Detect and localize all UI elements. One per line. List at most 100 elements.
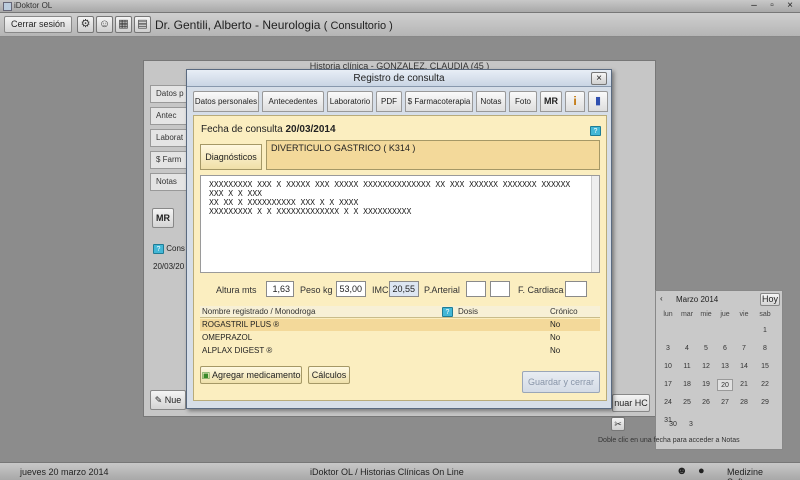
altura-input[interactable]: 1,63 xyxy=(266,281,294,297)
calendar-day[interactable]: 12 xyxy=(698,361,714,373)
globe-icon[interactable]: ● xyxy=(698,465,705,477)
calendar-icon[interactable]: ▦ xyxy=(115,16,132,33)
calendar-day[interactable]: 29 xyxy=(757,397,773,409)
add-medication-button[interactable]: ▣ Agregar medicamento xyxy=(200,366,302,384)
calendar-day[interactable]: 17 xyxy=(660,379,676,391)
close-window-icon[interactable]: × xyxy=(781,0,799,12)
tab-foto[interactable]: Foto xyxy=(509,91,537,112)
pa-systolic-input[interactable] xyxy=(466,281,486,297)
diagnostico-field[interactable]: DIVERTICULO GASTRICO ( K314 ) xyxy=(266,140,600,170)
fecha-label: Fecha de consulta xyxy=(201,124,283,135)
tab-datos-personales[interactable]: Datos personales xyxy=(193,91,259,112)
diagnosticos-button[interactable]: Diagnósticos xyxy=(200,144,262,170)
calendar-day[interactable]: 5 xyxy=(698,343,714,355)
window-title: iDoktor OL xyxy=(14,1,53,10)
calendar-day[interactable]: 3 xyxy=(683,419,699,431)
book-icon: ▮ xyxy=(594,95,602,107)
calendar-today-button[interactable]: Hoy xyxy=(760,293,780,306)
tab-info[interactable]: i xyxy=(565,91,585,112)
tools-icon[interactable]: ✂ xyxy=(611,417,625,431)
table-row[interactable]: ALPLAX DIGEST ® No xyxy=(200,345,600,357)
bg-continuar-button[interactable]: nuar HC xyxy=(612,394,650,412)
bg-consultas-label: Cons xyxy=(166,244,185,253)
tab-pdf[interactable]: PDF xyxy=(376,91,402,112)
calendar-weekday: mar xyxy=(680,311,694,318)
fc-input[interactable] xyxy=(565,281,587,297)
save-close-button[interactable]: Guardar y cerrar xyxy=(522,371,600,393)
calendar-day xyxy=(698,325,714,337)
calendar-weekday: jue xyxy=(720,311,730,318)
calendar-day[interactable]: 13 xyxy=(717,361,733,373)
col-header-nombre: Nombre registrado / Monodroga xyxy=(202,307,316,316)
bg-tab-datos[interactable]: Datos p xyxy=(150,85,190,103)
measures-row: Altura mts 1,63 Peso kg 53,00 IMC 20,55 … xyxy=(200,281,600,299)
dialog-tabs: Datos personales Antecedentes Laboratori… xyxy=(193,91,608,113)
fecha-consulta: Fecha de consulta 20/03/2014 xyxy=(201,124,336,135)
calendar-day[interactable]: 30 xyxy=(665,419,681,431)
calendar-day[interactable]: 20 xyxy=(717,379,733,391)
table-row[interactable]: OMEPRAZOL No xyxy=(200,332,600,344)
altura-label: Altura mts xyxy=(216,285,257,295)
calendar-day[interactable]: 26 xyxy=(698,397,714,409)
calendar-panel: ‹ Marzo 2014 Hoy lun mar mie jue vie sab 1 3 4 5 6… xyxy=(598,290,783,450)
calendar-day[interactable]: 22 xyxy=(757,379,773,391)
calendar-day[interactable]: 11 xyxy=(679,361,695,373)
bg-tab-laboratorio[interactable]: Laborat xyxy=(150,129,190,147)
calendar-prev-icon[interactable]: ‹ xyxy=(660,294,663,303)
main-toolbar: Cerrar sesión ⚙ ☺ ▦ ▤ Dr. Gentili, Alber… xyxy=(0,13,800,37)
bg-consulta-date[interactable]: 20/03/20 xyxy=(153,262,184,271)
bg-new-button[interactable]: ✎ Nue xyxy=(150,390,186,410)
notes-scrollbar[interactable] xyxy=(591,176,599,272)
bg-tab-notas[interactable]: Notas xyxy=(150,173,190,191)
med-cronico: No xyxy=(550,333,561,342)
help-icon[interactable]: ? xyxy=(590,126,601,136)
help-icon[interactable]: ? xyxy=(153,244,164,254)
tab-antecedentes[interactable]: Antecedentes xyxy=(262,91,324,112)
calendar-day[interactable]: 7 xyxy=(736,343,752,355)
calendar-day[interactable]: 19 xyxy=(698,379,714,391)
user-icon[interactable]: ☺ xyxy=(96,16,113,33)
bg-tab-farmacoterapia[interactable]: $ Farm xyxy=(150,151,190,169)
tab-farmacoterapia[interactable]: $ Farmacoterapia xyxy=(405,91,473,112)
bg-tab-antecedentes[interactable]: Antec xyxy=(150,107,190,125)
calendar-extra-row: 30 3 xyxy=(656,419,782,433)
calendar-weekday: vie xyxy=(739,311,749,318)
calendar-day[interactable]: 15 xyxy=(757,361,773,373)
help-icon[interactable]: ? xyxy=(442,307,453,317)
peso-input[interactable]: 53,00 xyxy=(336,281,366,297)
calendar-day[interactable]: 4 xyxy=(679,343,695,355)
notes-textarea[interactable]: XXXXXXXXX XXX X XXXXX XXX XXXXX XXXXXXXX… xyxy=(200,175,600,273)
calendar-day[interactable]: 1 xyxy=(757,325,773,337)
pa-diastolic-input[interactable] xyxy=(490,281,510,297)
calendar-day[interactable]: 14 xyxy=(736,361,752,373)
calendar-day[interactable]: 28 xyxy=(736,397,752,409)
calendar-day[interactable]: 6 xyxy=(717,343,733,355)
calendar-day[interactable]: 27 xyxy=(717,397,733,409)
status-app: iDoktor OL / Historias Clínicas On Line xyxy=(310,467,464,477)
document-icon[interactable]: ▤ xyxy=(134,16,151,33)
doctor-office: ( Consultorio ) xyxy=(323,20,393,32)
calendar-day[interactable]: 25 xyxy=(679,397,695,409)
calendar-day[interactable]: 18 xyxy=(679,379,695,391)
logout-button[interactable]: Cerrar sesión xyxy=(4,16,72,33)
calendar-day[interactable]: 24 xyxy=(660,397,676,409)
add-medication-label: Agregar medicamento xyxy=(211,370,301,380)
tab-laboratorio[interactable]: Laboratorio xyxy=(327,91,373,112)
table-row[interactable]: ROGASTRIL PLUS ® No xyxy=(200,319,600,331)
settings-icon[interactable]: ⚙ xyxy=(77,16,94,33)
calendar-day[interactable]: 8 xyxy=(757,343,773,355)
maximize-icon[interactable]: ▫ xyxy=(763,0,781,12)
dialog-close-button[interactable]: × xyxy=(591,72,607,85)
bg-mr-button[interactable]: MR xyxy=(152,208,174,228)
tab-mr[interactable]: MR xyxy=(540,91,562,112)
calculos-button[interactable]: Cálculos xyxy=(308,366,350,384)
calendar-day[interactable]: 21 xyxy=(736,379,752,391)
minimize-icon[interactable]: – xyxy=(745,0,763,12)
calendar-day xyxy=(736,325,752,337)
status-bar: jueves 20 marzo 2014 iDoktor OL / Histor… xyxy=(0,462,800,480)
tab-notas[interactable]: Notas xyxy=(476,91,506,112)
user-status-icon[interactable]: ☻ xyxy=(676,465,688,477)
calendar-day[interactable]: 3 xyxy=(660,343,676,355)
tab-vademecum[interactable]: ▮ xyxy=(588,91,608,112)
calendar-day[interactable]: 10 xyxy=(660,361,676,373)
